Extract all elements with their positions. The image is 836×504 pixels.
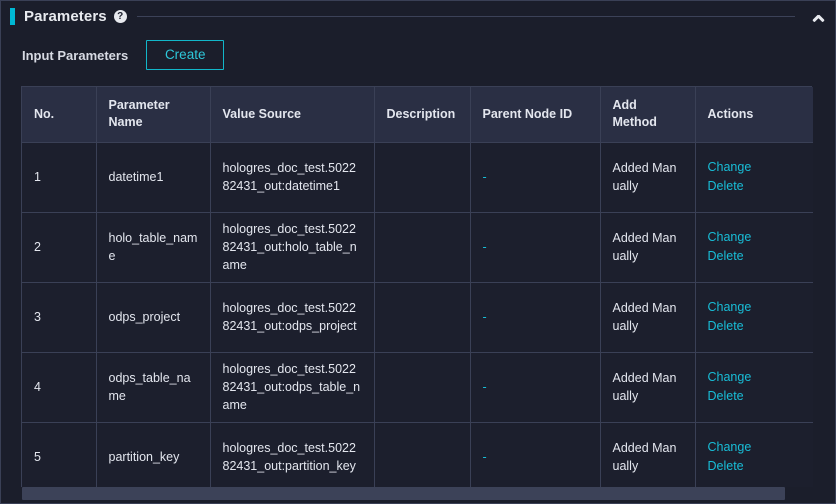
parent-node-id-link[interactable]: - (483, 310, 487, 324)
horizontal-scrollbar-thumb[interactable] (22, 487, 785, 500)
cell-parameter-name: odps_table_name (96, 352, 210, 422)
cell-parent-node-id: - (470, 282, 600, 352)
change-link[interactable]: Change (708, 298, 802, 317)
cell-description (374, 352, 470, 422)
chevron-up-icon (813, 11, 824, 22)
column-header-parent-node-id: Parent Node ID (470, 87, 600, 142)
table-body: 1 datetime1 hologres_doc_test.502282431_… (22, 142, 813, 492)
cell-no: 5 (22, 422, 96, 492)
column-header-actions: Actions (695, 87, 813, 142)
change-link[interactable]: Change (708, 438, 802, 457)
cell-add-method: Added Manually (600, 422, 695, 492)
column-header-value-source: Value Source (210, 87, 374, 142)
help-circle-icon[interactable]: ? (114, 10, 127, 23)
cell-actions: Change Delete (695, 282, 813, 352)
column-header-parameter-name: Parameter Name (96, 87, 210, 142)
cell-parameter-name: partition_key (96, 422, 210, 492)
create-button[interactable]: Create (146, 40, 224, 70)
collapse-panel-button[interactable] (807, 5, 829, 27)
cell-value-source: hologres_doc_test.502282431_out:partitio… (210, 422, 374, 492)
column-header-description: Description (374, 87, 470, 142)
cell-parent-node-id: - (470, 422, 600, 492)
cell-parent-node-id: - (470, 142, 600, 212)
cell-value-source: hologres_doc_test.502282431_out:odps_pro… (210, 282, 374, 352)
toolbar: Input Parameters Create (1, 31, 835, 79)
change-link[interactable]: Change (708, 158, 802, 177)
cell-parameter-name: holo_table_name (96, 212, 210, 282)
cell-actions: Change Delete (695, 212, 813, 282)
delete-link[interactable]: Delete (708, 457, 802, 476)
cell-add-method: Added Manually (600, 352, 695, 422)
table-row: 4 odps_table_name hologres_doc_test.5022… (22, 352, 813, 422)
change-link[interactable]: Change (708, 228, 802, 247)
cell-add-method: Added Manually (600, 212, 695, 282)
cell-no: 1 (22, 142, 96, 212)
parent-node-id-link[interactable]: - (483, 450, 487, 464)
panel-header: Parameters ? (1, 1, 835, 31)
delete-link[interactable]: Delete (708, 177, 802, 196)
column-header-add-method: Add Method (600, 87, 695, 142)
cell-add-method: Added Manually (600, 282, 695, 352)
cell-value-source: hologres_doc_test.502282431_out:holo_tab… (210, 212, 374, 282)
parent-node-id-link[interactable]: - (483, 240, 487, 254)
header-divider (137, 16, 795, 17)
cell-no: 2 (22, 212, 96, 282)
cell-description (374, 142, 470, 212)
cell-parent-node-id: - (470, 352, 600, 422)
cell-actions: Change Delete (695, 422, 813, 492)
page-title: Parameters (24, 8, 107, 25)
change-link[interactable]: Change (708, 368, 802, 387)
cell-parameter-name: odps_project (96, 282, 210, 352)
table-header-row: No. Parameter Name Value Source Descript… (22, 87, 813, 142)
cell-value-source: hologres_doc_test.502282431_out:odps_tab… (210, 352, 374, 422)
table-row: 3 odps_project hologres_doc_test.5022824… (22, 282, 813, 352)
table-row: 5 partition_key hologres_doc_test.502282… (22, 422, 813, 492)
table-row: 2 holo_table_name hologres_doc_test.5022… (22, 212, 813, 282)
cell-value-source: hologres_doc_test.502282431_out:datetime… (210, 142, 374, 212)
cell-description (374, 282, 470, 352)
table-row: 1 datetime1 hologres_doc_test.502282431_… (22, 142, 813, 212)
cell-description (374, 212, 470, 282)
delete-link[interactable]: Delete (708, 247, 802, 266)
parent-node-id-link[interactable]: - (483, 380, 487, 394)
cell-parent-node-id: - (470, 212, 600, 282)
accent-bar-icon (10, 8, 15, 25)
cell-no: 4 (22, 352, 96, 422)
cell-no: 3 (22, 282, 96, 352)
parent-node-id-link[interactable]: - (483, 170, 487, 184)
parameters-table: No. Parameter Name Value Source Descript… (22, 87, 813, 493)
cell-actions: Change Delete (695, 142, 813, 212)
cell-add-method: Added Manually (600, 142, 695, 212)
input-parameters-label: Input Parameters (22, 48, 128, 63)
cell-description (374, 422, 470, 492)
delete-link[interactable]: Delete (708, 317, 802, 336)
cell-actions: Change Delete (695, 352, 813, 422)
cell-parameter-name: datetime1 (96, 142, 210, 212)
horizontal-scrollbar-track[interactable] (2, 487, 834, 500)
delete-link[interactable]: Delete (708, 387, 802, 406)
column-header-no: No. (22, 87, 96, 142)
parameters-panel: Parameters ? Input Parameters Create No.… (0, 0, 836, 504)
parameters-table-container: No. Parameter Name Value Source Descript… (21, 86, 812, 493)
table-header: No. Parameter Name Value Source Descript… (22, 87, 813, 142)
